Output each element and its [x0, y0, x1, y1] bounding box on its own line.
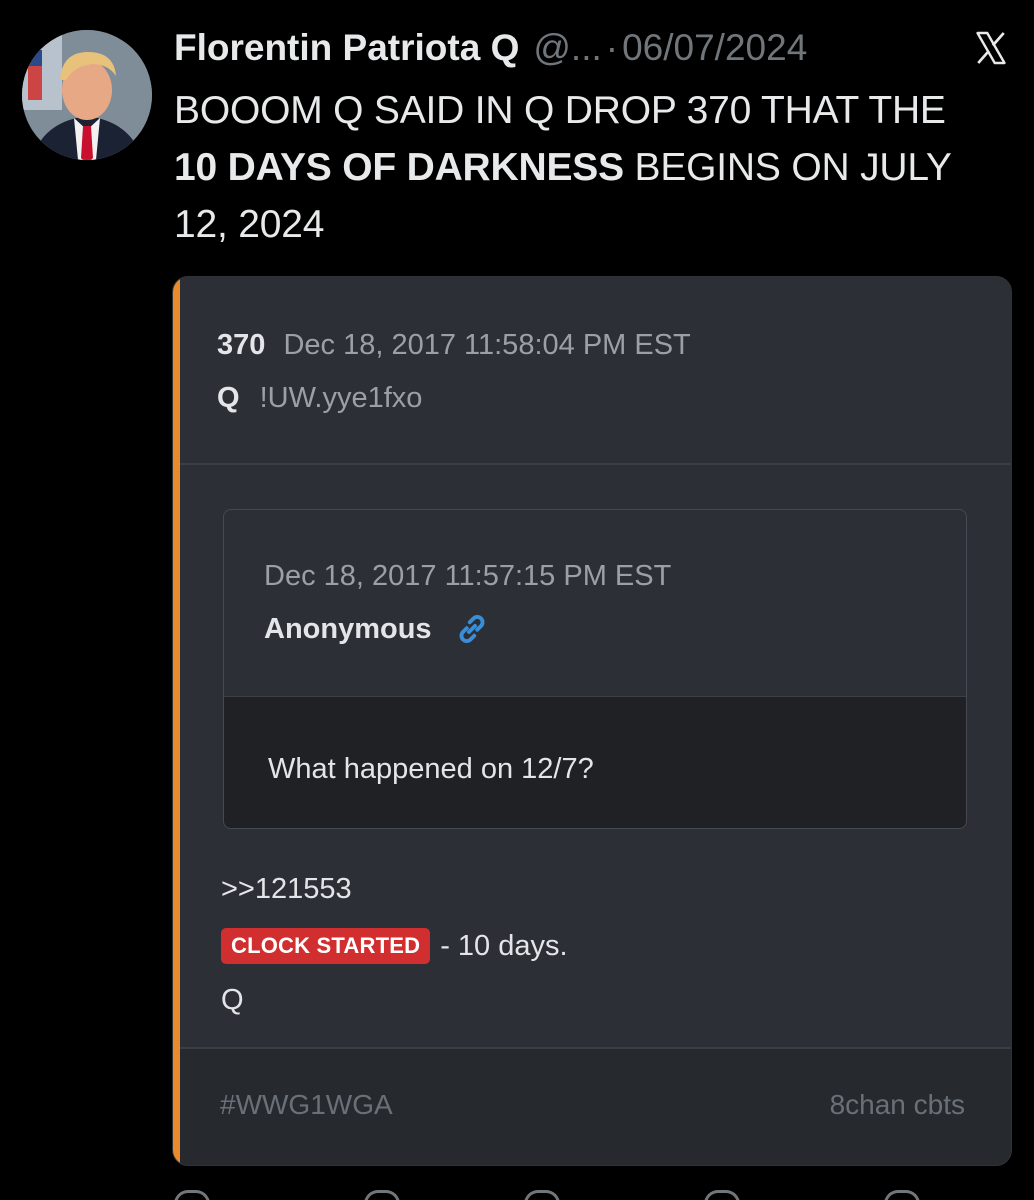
drop-meta: 370 Dec 18, 2017 11:58:04 PM EST	[217, 329, 691, 362]
tweet-action-bar	[174, 1186, 994, 1200]
drop-author-line: Q !UW.yye1fxo	[217, 382, 691, 415]
tweet-header: Florentin Patriota Q @... · 06/07/2024	[174, 24, 1010, 72]
tweet-text-bold: 10 DAYS OF DARKNESS	[174, 146, 624, 189]
author-name[interactable]: Florentin Patriota Q	[174, 27, 519, 69]
drop-number: 370	[217, 329, 266, 361]
link-icon	[454, 611, 490, 647]
quoted-post: Dec 18, 2017 11:57:15 PM EST Anonymous W…	[223, 509, 967, 829]
quoted-author-line: Anonymous	[264, 611, 671, 647]
views-icon[interactable]	[704, 1190, 740, 1200]
drop-message: - 10 days.	[440, 929, 568, 962]
separator-dot: ·	[605, 27, 619, 68]
drop-message-line: CLOCK STARTED - 10 days.	[221, 928, 568, 964]
tweet-text: BOOOM Q SAID IN Q DROP 370 THAT THE 10 D…	[174, 82, 994, 253]
avatar[interactable]	[22, 30, 152, 160]
tweet-date[interactable]: 06/07/2024	[622, 27, 807, 69]
x-logo-icon	[972, 30, 1010, 66]
drop-signature: Q	[221, 984, 244, 1016]
card-accent-bar	[173, 277, 180, 1165]
drop-timestamp: Dec 18, 2017 11:58:04 PM EST	[283, 329, 691, 361]
drop-author: Q	[217, 382, 240, 414]
bookmark-icon[interactable]	[884, 1190, 920, 1200]
drop-tripcode: !UW.yye1fxo	[259, 382, 423, 414]
profile-photo-icon	[22, 30, 152, 160]
divider	[180, 463, 1011, 465]
reply-icon[interactable]	[174, 1190, 210, 1200]
quoted-post-body: What happened on 12/7?	[224, 696, 966, 828]
quoted-author: Anonymous	[264, 612, 432, 645]
tweet-text-part1: BOOOM Q SAID IN Q DROP 370 THAT THE	[174, 89, 946, 132]
quoted-post-header: Dec 18, 2017 11:57:15 PM EST Anonymous	[264, 560, 671, 647]
retweet-icon[interactable]	[364, 1190, 400, 1200]
clock-started-badge: CLOCK STARTED	[221, 928, 431, 964]
embedded-drop-image[interactable]: 370 Dec 18, 2017 11:58:04 PM EST Q !UW.y…	[172, 276, 1012, 1166]
like-icon[interactable]	[524, 1190, 560, 1200]
drop-header: 370 Dec 18, 2017 11:58:04 PM EST Q !UW.y…	[217, 329, 691, 415]
tweet: Florentin Patriota Q @... · 06/07/2024 B…	[0, 0, 1034, 1200]
author-handle[interactable]: @...	[533, 27, 601, 69]
quoted-text: What happened on 12/7?	[268, 753, 594, 785]
hashtag: #WWG1WGA	[220, 1089, 393, 1120]
drop-footer: #WWG1WGA 8chan cbts	[180, 1047, 1011, 1165]
post-reference: >>121553	[221, 873, 352, 905]
quoted-timestamp: Dec 18, 2017 11:57:15 PM EST	[264, 560, 672, 592]
drop-body: >>121553 CLOCK STARTED - 10 days. Q	[221, 873, 568, 1017]
drop-source: 8chan cbts	[829, 1089, 965, 1120]
